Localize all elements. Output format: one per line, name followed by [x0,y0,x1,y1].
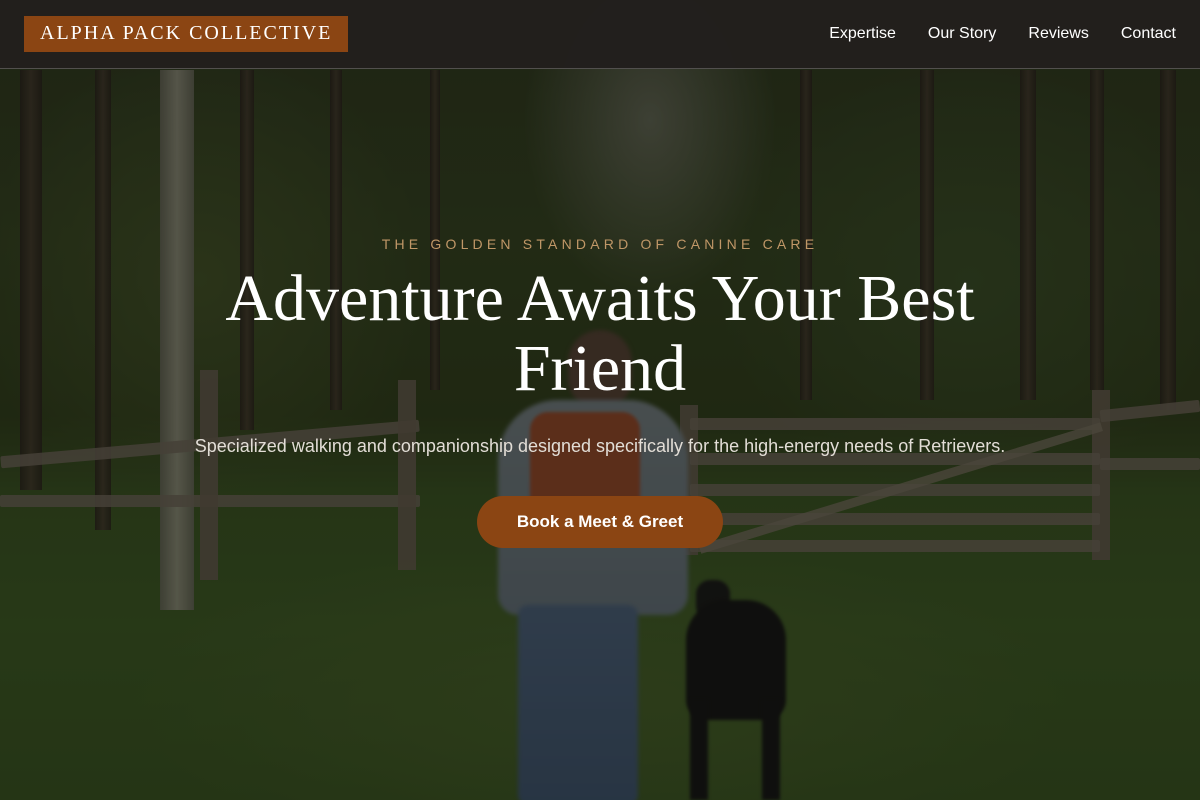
hero-eyebrow: THE GOLDEN STANDARD OF CANINE CARE [381,236,819,252]
site-header: ALPHA PACK COLLECTIVE Expertise Our Stor… [0,0,1200,69]
hero-subtext: Specialized walking and companionship de… [194,436,1006,456]
hero-headline: Adventure Awaits Your Best Friend [225,262,975,405]
book-meet-greet-button[interactable]: Book a Meet & Greet [476,496,724,548]
hero-content: THE GOLDEN STANDARD OF CANINE CARE Adven… [150,230,1050,548]
nav-link-contact[interactable]: Contact [1121,25,1176,43]
nav-link-reviews[interactable]: Reviews [1028,25,1088,43]
main-nav: Expertise Our Story Reviews Contact [829,25,1176,43]
nav-link-our-story[interactable]: Our Story [928,25,996,43]
brand-logo[interactable]: ALPHA PACK COLLECTIVE [24,16,349,52]
nav-link-expertise[interactable]: Expertise [829,25,896,43]
